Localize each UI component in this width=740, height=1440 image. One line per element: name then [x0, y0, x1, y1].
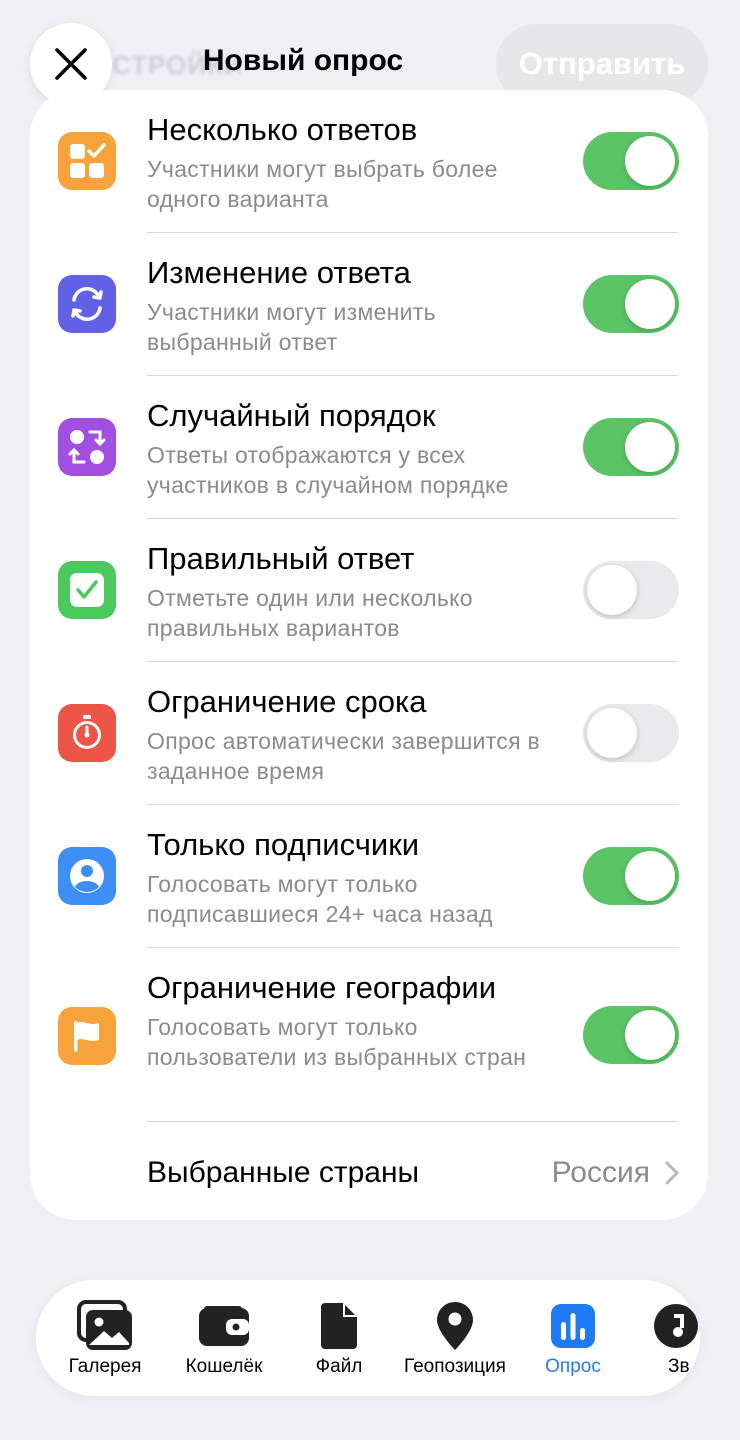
- tab-location[interactable]: Геопозиция: [392, 1280, 518, 1396]
- setting-description: Опрос автоматически завершится в заданно…: [147, 728, 541, 784]
- attachment-bar: Галерея Кошелёк Файл Геопозиция Опрос Зв: [36, 1280, 700, 1396]
- random-order-toggle[interactable]: [583, 418, 679, 476]
- poll-icon: [543, 1300, 603, 1352]
- tab-label: Файл: [315, 1356, 363, 1377]
- tab-music[interactable]: Зв: [648, 1280, 700, 1396]
- tab-label: Опрос: [545, 1356, 601, 1377]
- setting-label: Правильный ответ: [147, 541, 415, 576]
- setting-label: Случайный порядок: [147, 398, 436, 433]
- tab-label: Кошелёк: [185, 1356, 263, 1377]
- flag-icon: [58, 1007, 116, 1065]
- selected-countries-row[interactable]: Выбранные страны Россия: [30, 1122, 708, 1220]
- setting-correct-answer: Правильный ответ Отметьте один или неско…: [30, 519, 708, 662]
- toggle-knob: [587, 565, 637, 615]
- setting-label: Ограничение срока: [147, 684, 427, 719]
- setting-description: Участники могут выбрать более одного вар…: [147, 156, 498, 212]
- tab-file[interactable]: Файл: [294, 1280, 384, 1396]
- person-icon: [58, 847, 116, 905]
- location-icon: [425, 1300, 485, 1352]
- setting-label: Ограничение географии: [147, 970, 497, 1005]
- setting-time-limit: Ограничение срока Опрос автоматически за…: [30, 662, 708, 805]
- tab-wallet[interactable]: Кошелёк: [169, 1280, 279, 1396]
- tab-gallery[interactable]: Галерея: [50, 1280, 160, 1396]
- wallet-icon: [194, 1300, 254, 1352]
- setting-label: Изменение ответа: [147, 255, 411, 290]
- tab-poll[interactable]: Опрос: [528, 1280, 618, 1396]
- setting-description: Голосовать могут только подписавшиеся 24…: [147, 871, 493, 927]
- setting-change-answer: Изменение ответа Участники могут изменит…: [30, 233, 708, 376]
- time-limit-toggle[interactable]: [583, 704, 679, 762]
- multiple-answers-toggle[interactable]: [583, 132, 679, 190]
- setting-subscribers-only: Только подписчики Голосовать могут тольк…: [30, 805, 708, 948]
- correct-answer-toggle[interactable]: [583, 561, 679, 619]
- toggle-knob: [625, 422, 675, 472]
- shuffle-icon: [58, 418, 116, 476]
- setting-description: Голосовать могут только пользователи из …: [147, 1014, 527, 1070]
- setting-geo-limit: Ограничение географии Голосовать могут т…: [30, 948, 708, 1122]
- poll-settings-card: Несколько ответов Участники могут выбрат…: [30, 90, 708, 1220]
- setting-description: Отметьте один или несколько правильных в…: [147, 585, 473, 641]
- selected-countries-value: Россия: [551, 1156, 650, 1189]
- tab-label: Геопозиция: [404, 1356, 506, 1377]
- setting-label: Несколько ответов: [147, 112, 418, 147]
- toggle-knob: [587, 708, 637, 758]
- setting-description: Ответы отображаются у всех участников в …: [147, 442, 509, 498]
- stopwatch-icon: [58, 704, 116, 762]
- toggle-knob: [625, 1010, 675, 1060]
- toggle-knob: [625, 851, 675, 901]
- change-answer-icon: [58, 275, 116, 333]
- geo-limit-toggle[interactable]: [583, 1006, 679, 1064]
- tab-label: Зв: [668, 1356, 690, 1377]
- toggle-knob: [625, 136, 675, 186]
- setting-description: Участники могут изменить выбранный ответ: [147, 299, 436, 355]
- multiple-answers-icon: [58, 132, 116, 190]
- change-answer-toggle[interactable]: [583, 275, 679, 333]
- setting-multiple-answers: Несколько ответов Участники могут выбрат…: [30, 90, 708, 233]
- checkmark-icon: [58, 561, 116, 619]
- setting-random-order: Случайный порядок Ответы отображаются у …: [30, 376, 708, 519]
- setting-label: Только подписчики: [147, 827, 420, 862]
- subscribers-only-toggle[interactable]: [583, 847, 679, 905]
- selected-countries-label: Выбранные страны: [147, 1156, 420, 1189]
- gallery-icon: [75, 1300, 135, 1352]
- tab-label: Галерея: [68, 1356, 142, 1377]
- file-icon: [309, 1300, 369, 1352]
- chevron-right-icon: [665, 1161, 679, 1185]
- close-icon: [55, 48, 87, 80]
- toggle-knob: [625, 279, 675, 329]
- music-icon: [646, 1300, 700, 1352]
